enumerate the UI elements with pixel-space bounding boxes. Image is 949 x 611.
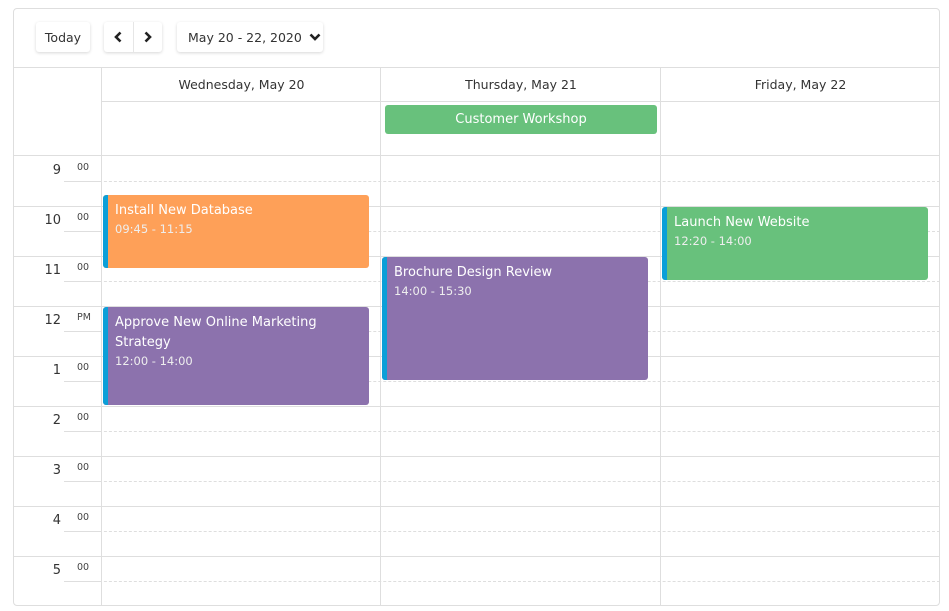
hour-gridline [14, 506, 940, 507]
time-label-hour: 3 [52, 463, 61, 478]
event-accent-bar [103, 194, 108, 268]
half-hour-gutter-line [64, 581, 101, 582]
navigation-buttons [104, 22, 162, 52]
time-label-minutes: 00 [77, 512, 90, 523]
time-label-minutes: PM [77, 312, 91, 323]
calendar-event[interactable]: Launch New Website 12:20 - 14:00 [662, 207, 928, 280]
time-label-hour: 10 [44, 213, 61, 228]
event-time: 12:00 - 14:00 [115, 354, 193, 368]
hour-gridline [14, 556, 940, 557]
next-button[interactable] [132, 22, 163, 52]
time-label-minutes: 00 [77, 162, 90, 173]
calendar-event[interactable]: Approve New Online Marketing Strategy 12:… [103, 307, 369, 405]
half-hour-gutter-line [64, 481, 101, 482]
time-label-minutes: 00 [77, 262, 90, 273]
time-label-hour: 4 [52, 513, 61, 528]
chevron-down-icon [309, 33, 321, 41]
event-title: Install New Database [115, 202, 253, 218]
previous-button[interactable] [104, 22, 133, 52]
date-range-label: May 20 - 22, 2020 [188, 29, 302, 45]
event-accent-bar [662, 207, 667, 280]
time-label-hour: 5 [52, 563, 61, 578]
day-header-friday: Friday, May 22 [754, 77, 847, 92]
hour-gridline [14, 406, 940, 407]
all-day-event-title: Customer Workshop [455, 112, 587, 127]
time-gutter-divider [101, 68, 102, 606]
calendar-event[interactable]: Install New Database 09:45 - 11:15 [103, 194, 369, 268]
half-hour-gutter-line [64, 231, 101, 232]
half-hour-gridline [64, 181, 940, 182]
all-day-event[interactable]: Customer Workshop [385, 105, 657, 134]
half-hour-gutter-line [64, 281, 101, 282]
time-label-minutes: 00 [77, 462, 90, 473]
toolbar: Today May 20 - 22, 2020 [14, 9, 939, 68]
date-range-dropdown[interactable]: May 20 - 22, 2020 [177, 22, 323, 52]
event-accent-bar [382, 257, 387, 380]
half-hour-gridline [64, 431, 940, 432]
event-title: Launch New Website [674, 215, 810, 230]
time-label-minutes: 00 [77, 362, 90, 373]
half-hour-gridline [64, 481, 940, 482]
day-header-thursday: Thursday, May 21 [465, 77, 577, 92]
scheduler: Today May 20 - 22, 2020 Wednesday, May 2… [13, 8, 940, 606]
event-title: Approve New Online Marketing Strategy [115, 315, 317, 350]
time-label-hour: 11 [44, 263, 61, 278]
chevron-right-icon [144, 31, 152, 43]
half-hour-gutter-line [64, 381, 101, 382]
time-label-hour: 1 [52, 363, 61, 378]
half-hour-gridline [64, 531, 940, 532]
half-hour-gutter-line [64, 331, 101, 332]
event-time: 12:20 - 14:00 [674, 234, 752, 248]
time-label-minutes: 00 [77, 212, 90, 223]
time-label-hour: 12 [44, 313, 61, 328]
event-title: Brochure Design Review [394, 265, 553, 280]
half-hour-gutter-line [64, 431, 101, 432]
hour-gridline [14, 456, 940, 457]
time-label-minutes: 00 [77, 562, 90, 573]
half-hour-gutter-line [64, 181, 101, 182]
event-accent-bar [103, 307, 108, 405]
half-hour-gridline [64, 581, 940, 582]
column-divider [660, 68, 661, 606]
day-header-wednesday: Wednesday, May 20 [178, 77, 305, 92]
half-hour-gutter-line [64, 531, 101, 532]
column-divider [380, 68, 381, 606]
time-label-hour: 9 [52, 163, 61, 178]
chevron-left-icon [114, 31, 122, 43]
calendar-event[interactable]: Brochure Design Review 14:00 - 15:30 [382, 257, 648, 380]
time-label-minutes: 00 [77, 412, 90, 423]
today-button[interactable]: Today [36, 22, 90, 52]
event-time: 09:45 - 11:15 [115, 221, 193, 236]
today-button-label: Today [44, 29, 82, 45]
time-label-hour: 2 [52, 413, 61, 428]
event-time: 14:00 - 15:30 [394, 284, 472, 298]
day-header-row: Wednesday, May 20 Thursday, May 21 Frida… [102, 68, 940, 102]
